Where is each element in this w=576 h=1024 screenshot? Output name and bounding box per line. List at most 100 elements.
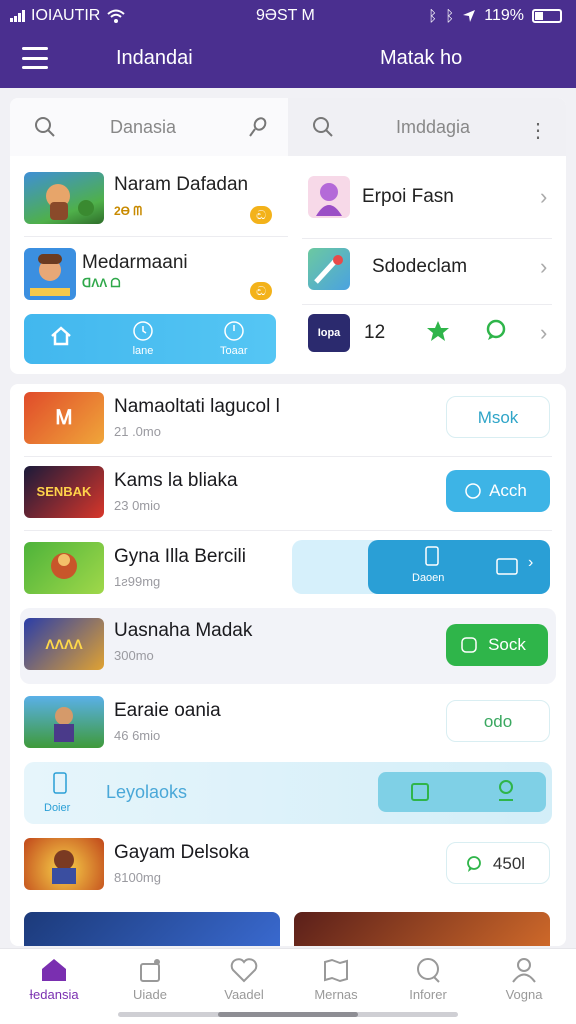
game-name: Earaie oania (114, 700, 221, 721)
nav-item-vogna[interactable]: Vogna (484, 957, 564, 1002)
featured-name: Medarmaani (82, 252, 188, 273)
featured-name: Sdodeclam (372, 256, 468, 277)
folder-icon[interactable] (496, 556, 518, 576)
game-thumbnail (24, 248, 76, 300)
mic-icon[interactable] (248, 116, 268, 138)
location-icon (463, 10, 476, 22)
chat-icon[interactable] (484, 318, 508, 342)
search-input-left[interactable]: Danasia (110, 117, 176, 138)
quick-actions-bar: lane Toaar (24, 314, 276, 364)
game-action-button[interactable]: odo (446, 700, 550, 742)
game-action-label: 450l (492, 854, 526, 873)
list-item[interactable]: Earaie oania 46 6mio odo (10, 688, 566, 764)
game-thumbnail (24, 172, 104, 224)
bluetooth-icon-2: ᛒ (445, 7, 455, 25)
nav-item-home[interactable]: Ɨedansia (14, 957, 94, 1002)
chevron-right-icon: › (540, 184, 548, 209)
nav-label: Uiade (133, 987, 167, 1002)
nav-item-uiade[interactable]: Uiade (110, 957, 190, 1002)
chat-icon (417, 958, 440, 983)
game-size: 21 .0mo (114, 424, 161, 439)
game-size: 1ƨ99mg (114, 574, 161, 589)
menu-icon[interactable] (22, 47, 48, 69)
app-thumbnail (308, 176, 350, 218)
nav-label: Vaadel (224, 987, 264, 1002)
banner-thumbnail-right[interactable] (294, 912, 550, 946)
game-size: 8100mg (114, 870, 161, 885)
coin-badge: ඬ (250, 282, 272, 300)
heart-icon (230, 958, 258, 983)
download-label: Daoen (412, 572, 445, 584)
promo-strip[interactable]: Doier Leyolaoks (24, 762, 552, 824)
game-thumbnail: ɅɅɅɅ (24, 618, 104, 670)
banner-thumbnail-left[interactable] (24, 912, 280, 946)
game-name: Gayam Delsoka (114, 842, 250, 863)
home-icon (42, 959, 66, 981)
nav-label: Ɨedansia (29, 987, 79, 1002)
game-action-label: Sock (488, 635, 526, 654)
featured-name: 12 (364, 322, 386, 343)
game-size: 23 0mio (114, 498, 161, 513)
featured-card: Danasia Imddagia ⋮ Naram Dafadan 2Ɵ ᗰ ඬ … (10, 98, 566, 374)
divider (24, 236, 288, 237)
list-item-highlighted[interactable]: ɅɅɅɅ Uasnaha Madak 300mo Sock (20, 608, 556, 684)
carrier-label: IOIAUTIR (31, 7, 101, 24)
star-icon[interactable] (426, 320, 450, 342)
featured-item-right-2[interactable]: Sdodeclam › (288, 238, 566, 314)
game-size: 46 6mio (114, 728, 161, 743)
game-thumbnail: SENBAK (24, 466, 104, 518)
phone-icon (425, 546, 439, 566)
game-name: Kams la bliaka (114, 470, 238, 491)
game-name: Uasnaha Madak (114, 620, 253, 641)
promo-caption: Doier (44, 802, 71, 814)
play-icon (461, 637, 477, 653)
image-icon (411, 783, 429, 801)
home-icon (51, 326, 71, 346)
divider (24, 456, 552, 457)
download-panel[interactable]: Daoen › (368, 540, 550, 594)
list-item[interactable]: Gayam Delsoka 8100mg 450l (10, 830, 566, 906)
more-options-icon[interactable]: ⋮ (528, 118, 548, 143)
search-icon (35, 117, 55, 137)
lane-shortcut[interactable]: lane (132, 320, 154, 357)
search-input-right[interactable]: Imddagia (396, 117, 470, 138)
game-size: 300mo (114, 648, 154, 663)
nav-item-mernas[interactable]: Mernas (296, 957, 376, 1002)
home-shortcut[interactable] (50, 326, 72, 349)
map-icon (324, 958, 348, 983)
game-action-button[interactable]: 450l (446, 842, 550, 884)
divider (24, 530, 552, 531)
chevron-right-icon: › (540, 254, 548, 279)
app-bar: Indandai Matak ho (0, 32, 576, 88)
signal-icon (10, 10, 25, 22)
game-action-button[interactable]: Msok (446, 396, 550, 438)
bag-icon (140, 959, 160, 982)
featured-item-right-1[interactable]: Erpoi Fasn › (288, 160, 566, 236)
game-action-button[interactable]: Sock (446, 624, 548, 666)
home-indicator (118, 1012, 458, 1017)
search-row: Danasia Imddagia ⋮ (10, 98, 566, 156)
game-action-button[interactable]: Acch (446, 470, 550, 512)
wifi-icon (107, 9, 126, 23)
featured-item-left-2[interactable]: Medarmaani ᗡɅɅ ᗝ ඬ (10, 238, 288, 314)
featured-item-left-1[interactable]: Naram Dafadan 2Ɵ ᗰ ඬ (10, 160, 288, 236)
promo-action[interactable] (378, 772, 546, 812)
list-item[interactable]: Ꮇ Namaoltati lagucol l 21 .0mo Msok (10, 384, 566, 460)
app-title-right: Matak ho (380, 47, 463, 69)
search-box-right[interactable]: Imddagia ⋮ (288, 98, 566, 156)
battery-icon (532, 9, 562, 23)
game-name: Namaoltati lagucol l (114, 396, 280, 417)
location-pin-icon (499, 780, 513, 801)
quick-label-timer: Toaar (220, 345, 248, 357)
featured-item-right-3[interactable]: Iopa 12 › (288, 304, 566, 374)
list-item[interactable]: Gyna Illa Bercili 1ƨ99mg Daoen › (10, 534, 566, 610)
timer-icon (224, 321, 244, 341)
timer-shortcut[interactable]: Toaar (220, 320, 248, 357)
nav-item-vaadel[interactable]: Vaadel (204, 957, 284, 1002)
nav-item-inforer[interactable]: Inforer (388, 957, 468, 1002)
game-thumbnail (24, 838, 104, 890)
search-icon-right (313, 117, 333, 137)
refresh-icon (465, 483, 481, 499)
search-box-left[interactable]: Danasia (10, 98, 288, 156)
list-item[interactable]: SENBAK Kams la bliaka 23 0mio Acch (10, 458, 566, 534)
